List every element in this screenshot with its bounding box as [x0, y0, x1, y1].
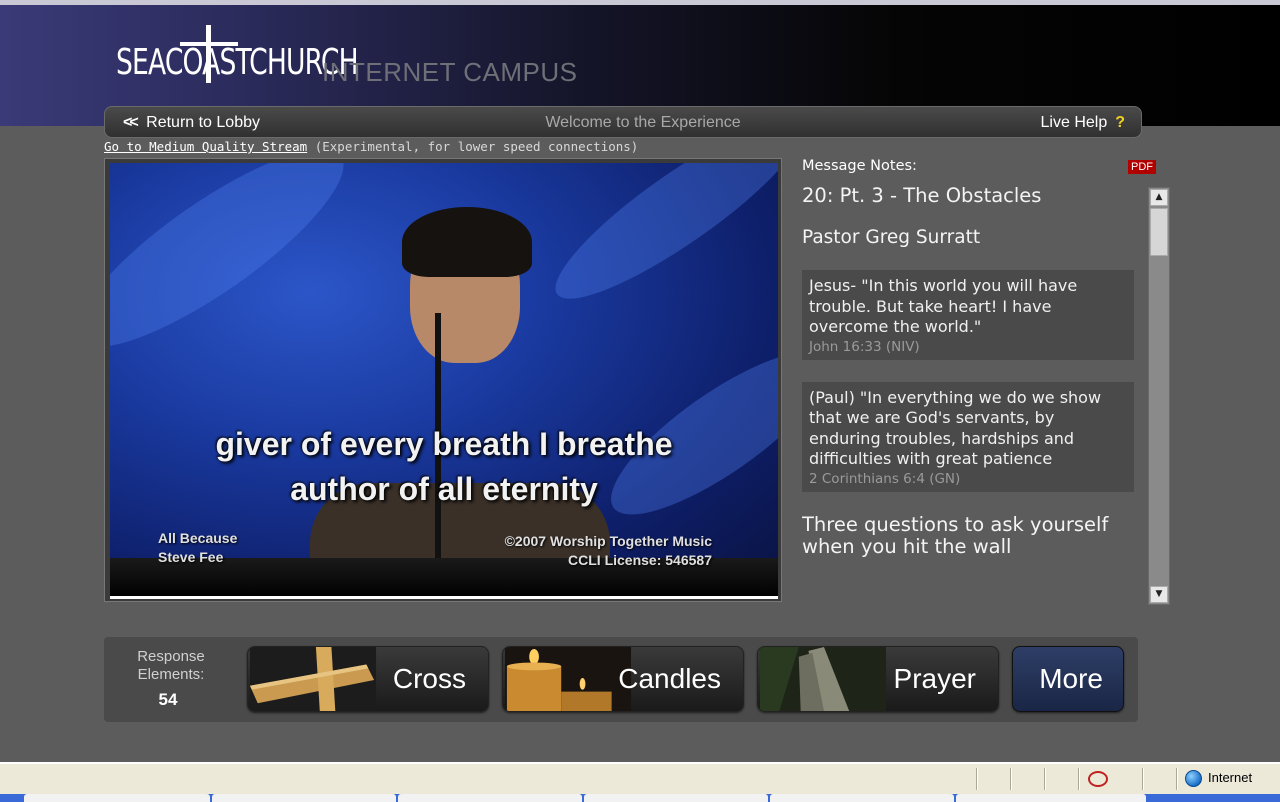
- singer-hair: [402, 207, 532, 277]
- prayer-button[interactable]: Prayer: [757, 646, 999, 712]
- copyright-credit: ©2007 Worship Together Music CCLI Licens…: [505, 532, 712, 570]
- background-light-streak: [537, 163, 778, 323]
- logo-crossbar-icon: [180, 42, 238, 46]
- song-title: All Because: [158, 530, 238, 546]
- scripture-quote: (Paul) "In everything we do we show that…: [802, 381, 1134, 492]
- candles-icon: [504, 647, 632, 711]
- status-separator: [1176, 768, 1178, 790]
- taskbar-button[interactable]: [584, 794, 768, 802]
- taskbar-button[interactable]: [770, 794, 954, 802]
- candles-button-label: Candles: [618, 663, 721, 694]
- globe-icon: [1185, 770, 1202, 788]
- browser-status-bar: Internet: [0, 762, 1280, 794]
- message-title: 20: Pt. 3 - The Obstacles: [802, 184, 1042, 207]
- logo-cross-icon: [206, 25, 211, 83]
- privacy-report-icon[interactable]: [1088, 771, 1108, 787]
- taskbar-button[interactable]: [212, 794, 396, 802]
- stream-quality-note: (Experimental, for lower speed connectio…: [314, 139, 639, 154]
- taskbar-button[interactable]: [24, 794, 210, 802]
- praying-hands-icon: [759, 647, 887, 711]
- song-credit: All Because Steve Fee: [158, 529, 237, 567]
- security-zone[interactable]: Internet: [1185, 770, 1253, 788]
- stream-quality-line: Go to Medium Quality Stream (Experimenta…: [104, 139, 638, 154]
- status-separator: [1078, 768, 1080, 790]
- scroll-up-arrow-icon[interactable]: ▲: [1150, 189, 1168, 206]
- background-light-streak: [110, 163, 367, 377]
- security-zone-label: Internet: [1208, 770, 1253, 785]
- scripture-quote: Jesus- "In this world you will have trou…: [802, 270, 1134, 360]
- quote-text: Jesus- "In this world you will have trou…: [809, 276, 1078, 336]
- lyric-line-1: giver of every breath I breathe: [215, 426, 673, 462]
- status-separator: [976, 768, 978, 790]
- taskbar-button[interactable]: [398, 794, 582, 802]
- message-notes-label: Message Notes:: [802, 158, 917, 174]
- prayer-button-label: Prayer: [893, 663, 976, 694]
- candles-button[interactable]: Candles: [502, 646, 744, 712]
- video-bottom-border: [110, 596, 778, 599]
- pdf-download-button[interactable]: PDF: [1128, 160, 1156, 174]
- campus-title: INTERNET CAMPUS: [322, 57, 578, 87]
- welcome-text: Welcome to the Experience: [545, 114, 741, 131]
- status-separator: [1010, 768, 1012, 790]
- video-player[interactable]: giver of every breath I breathe author o…: [110, 163, 778, 596]
- song-artist: Steve Fee: [158, 549, 224, 565]
- quote-reference: 2 Corinthians 6:4 (GN): [809, 470, 961, 487]
- ccli-license: CCLI License: 546587: [568, 552, 712, 568]
- scrollbar-thumb[interactable]: [1150, 208, 1168, 256]
- response-elements-label: Response Elements:: [137, 648, 205, 683]
- quote-text: (Paul) "In everything we do we show that…: [809, 387, 1102, 469]
- taskbar-button[interactable]: [956, 794, 1146, 802]
- more-button[interactable]: More: [1012, 646, 1124, 712]
- cross-button[interactable]: Cross: [247, 646, 489, 712]
- message-notes-panel[interactable]: 20: Pt. 3 - The Obstacles Pastor Greg Su…: [802, 184, 1144, 606]
- question-mark-icon: ?: [1115, 114, 1125, 131]
- live-help-link[interactable]: Live Help?: [1041, 114, 1125, 132]
- status-separator: [1044, 768, 1046, 790]
- quote-reference: John 16:33 (NIV): [809, 338, 920, 355]
- window-top-edge: [0, 0, 1280, 5]
- lyric-line-2: author of all eternity: [290, 471, 598, 507]
- copyright-text: ©2007 Worship Together Music: [504, 533, 712, 549]
- response-elements-count: 54: [158, 690, 178, 709]
- more-button-label: More: [1039, 663, 1103, 694]
- medium-quality-stream-link[interactable]: Go to Medium Quality Stream: [104, 139, 307, 154]
- wooden-cross-icon: [249, 647, 377, 711]
- live-help-label: Live Help: [1040, 114, 1108, 131]
- cross-button-label: Cross: [392, 663, 466, 694]
- status-separator: [1142, 768, 1144, 790]
- scroll-down-arrow-icon[interactable]: ▼: [1150, 586, 1168, 603]
- pastor-name: Pastor Greg Surratt: [802, 227, 981, 248]
- notes-scrollbar[interactable]: ▲ ▼: [1148, 187, 1170, 605]
- top-nav-bar: << Return to Lobby Welcome to the Experi…: [104, 106, 1142, 138]
- notes-section-heading: Three questions to ask yourself when you…: [802, 512, 1109, 558]
